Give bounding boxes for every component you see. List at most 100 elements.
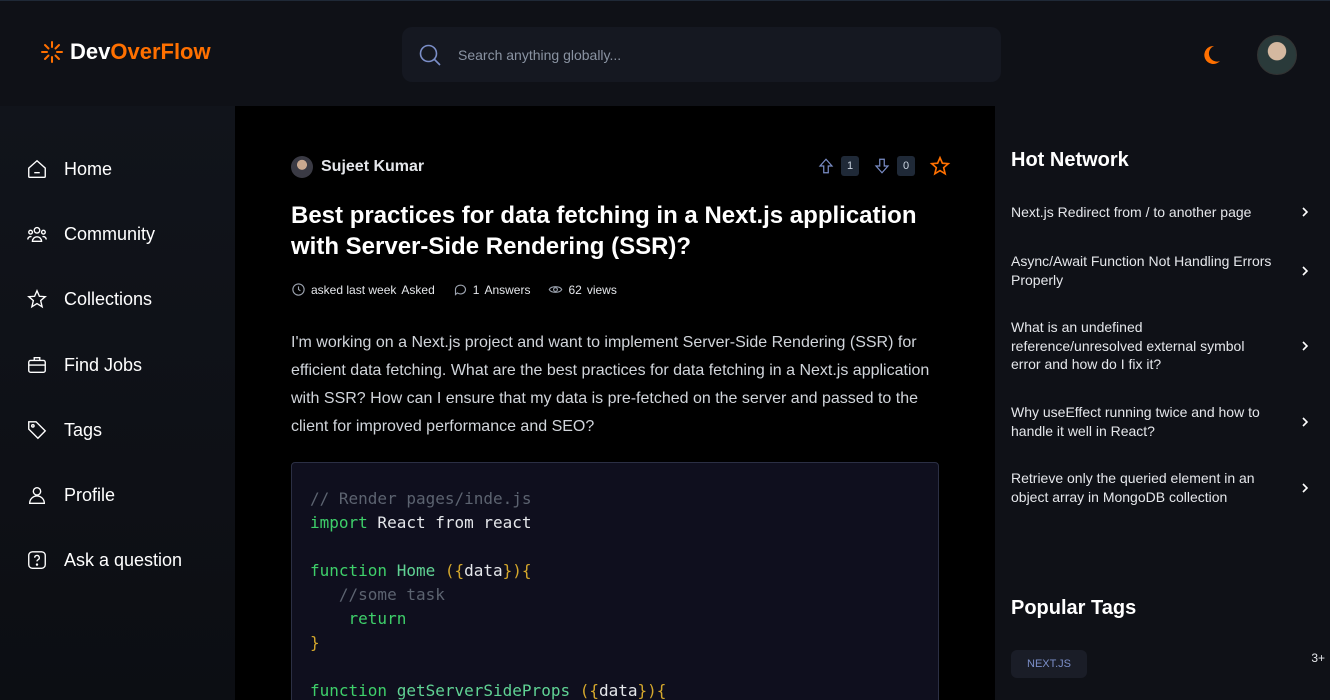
chevron-right-icon	[1302, 416, 1309, 427]
left-sidebar: Home Community Collections Find Jobs Tag…	[0, 106, 235, 700]
sidebar-item-find-jobs[interactable]: Find Jobs	[26, 354, 142, 376]
answers-count-value: 1	[472, 282, 480, 297]
question-author[interactable]: Sujeet Kumar	[291, 156, 424, 178]
tag-badge[interactable]: NEXT.JS	[1011, 650, 1088, 678]
hot-network-item[interactable]: Async/Await Function Not Handling Errors…	[1011, 252, 1311, 289]
code-block: // Render pages/inde.js import React fro…	[291, 462, 939, 700]
hot-network-item-text: Async/Await Function Not Handling Errors…	[1011, 253, 1272, 288]
code-brace: }){	[502, 561, 532, 580]
tag-question-count: 3+	[1311, 651, 1325, 665]
logo-sun-icon	[41, 41, 63, 63]
question-detail: Sujeet Kumar 1 0 Best practices for data…	[235, 106, 995, 700]
code-keyword: import	[310, 513, 368, 532]
vote-controls: 1 0	[817, 155, 951, 177]
upvote-count: 1	[841, 156, 859, 176]
clock-icon	[292, 283, 305, 296]
hot-network-title: Hot Network	[1011, 149, 1129, 171]
code-function-name: Home	[387, 561, 445, 580]
chevron-right-icon	[1302, 482, 1309, 493]
users-icon	[27, 226, 47, 243]
question-body: I'm working on a Next.js project and wan…	[291, 334, 930, 435]
search-icon	[419, 44, 441, 66]
answers-count: 1 Answers	[453, 282, 531, 297]
code-line: function getServerSideProps ({data}){	[310, 679, 920, 700]
right-sidebar: Hot Network Next.js Redirect from / to a…	[995, 106, 1330, 700]
sidebar-item-label: Profile	[64, 484, 116, 505]
views-count-value: 62	[568, 282, 582, 297]
hot-network-item-text: Why useEffect running twice and how to h…	[1011, 404, 1260, 439]
hot-network-item[interactable]: Next.js Redirect from / to another page	[1011, 203, 1311, 222]
popular-tag-row: NEXT.JS 3+	[1011, 650, 1325, 678]
sidebar-item-label: Community	[64, 223, 156, 244]
hot-network-item[interactable]: What is an undefined reference/unresolve…	[1011, 318, 1311, 374]
code-keyword: function	[310, 561, 388, 580]
moon-icon[interactable]	[1199, 43, 1223, 67]
asked-time-text: asked last week	[311, 282, 397, 297]
code-param: data	[598, 681, 638, 700]
user-icon	[28, 486, 46, 504]
author-avatar	[291, 156, 313, 178]
sidebar-item-ask-question[interactable]: Ask a question	[26, 549, 182, 571]
chevron-right-icon	[1302, 341, 1309, 351]
code-line: }	[310, 633, 320, 652]
sidebar-item-label: Tags	[64, 419, 103, 440]
code-text: React from react	[367, 513, 532, 532]
tag-icon	[28, 421, 47, 440]
code-keyword: function	[310, 681, 388, 700]
suitcase-icon	[28, 356, 46, 374]
sidebar-item-tags[interactable]: Tags	[26, 419, 102, 441]
upvote-arrow-icon[interactable]	[817, 157, 835, 175]
sidebar-item-profile[interactable]: Profile	[26, 484, 115, 506]
asked-label: Asked	[401, 282, 435, 297]
code-function-name: getServerSideProps	[387, 681, 580, 700]
sidebar-item-label: Home	[64, 158, 113, 179]
code-line: function Home ({data}){	[310, 559, 920, 583]
sidebar-item-label: Find Jobs	[64, 354, 143, 375]
code-brace: ({	[579, 681, 599, 700]
answers-label: Answers	[484, 282, 531, 297]
hot-network-item-text: Next.js Redirect from / to another page	[1011, 204, 1252, 220]
save-star-icon[interactable]	[929, 155, 951, 177]
logo-text-overflow: OverFlow	[110, 39, 211, 64]
code-brace: }){	[637, 681, 667, 700]
search-input[interactable]	[458, 46, 938, 63]
question-icon	[28, 551, 46, 569]
sidebar-item-collections[interactable]: Collections	[26, 288, 152, 310]
views-count: 62 views	[548, 282, 617, 297]
user-avatar[interactable]	[1257, 35, 1297, 75]
code-line: //some task	[310, 585, 445, 604]
code-param: data	[464, 561, 503, 580]
star-icon	[27, 289, 47, 309]
home-icon	[28, 159, 46, 178]
global-search[interactable]	[402, 27, 1001, 82]
hot-network-item-text: What is an undefined reference/unresolve…	[1011, 319, 1245, 372]
asked-time: asked last week Asked	[291, 282, 435, 297]
chevron-right-icon	[1302, 265, 1309, 276]
downvote-arrow-icon[interactable]	[873, 157, 891, 175]
views-label: views	[586, 282, 617, 297]
hot-network-item-text: Retrieve only the queried element in an …	[1011, 470, 1255, 505]
message-icon	[454, 284, 466, 296]
chevron-right-icon	[1302, 207, 1309, 217]
code-brace: ({	[444, 561, 465, 580]
hot-network-item[interactable]: Retrieve only the queried element in an …	[1011, 469, 1311, 506]
top-navbar: DevOverFlow	[0, 0, 1330, 106]
code-line: return	[310, 609, 407, 628]
sidebar-item-home[interactable]: Home	[26, 158, 112, 180]
eye-icon	[549, 286, 563, 293]
downvote-count: 0	[897, 156, 915, 176]
sidebar-item-community[interactable]: Community	[26, 223, 155, 245]
logo[interactable]: DevOverFlow	[40, 39, 211, 65]
logo-text-dev: Dev	[70, 39, 111, 64]
sidebar-item-label: Collections	[64, 288, 153, 309]
hot-network-item[interactable]: Why useEffect running twice and how to h…	[1011, 403, 1311, 440]
question-meta: asked last week Asked 1 Answers 62 views	[291, 282, 617, 297]
author-name: Sujeet Kumar	[321, 158, 425, 175]
popular-tags-title: Popular Tags	[1011, 597, 1137, 619]
question-title: Best practices for data fetching in a Ne…	[291, 202, 917, 260]
code-line: // Render pages/inde.js	[310, 489, 532, 508]
sidebar-item-label: Ask a question	[64, 549, 183, 570]
code-line: import React from react	[310, 511, 920, 535]
